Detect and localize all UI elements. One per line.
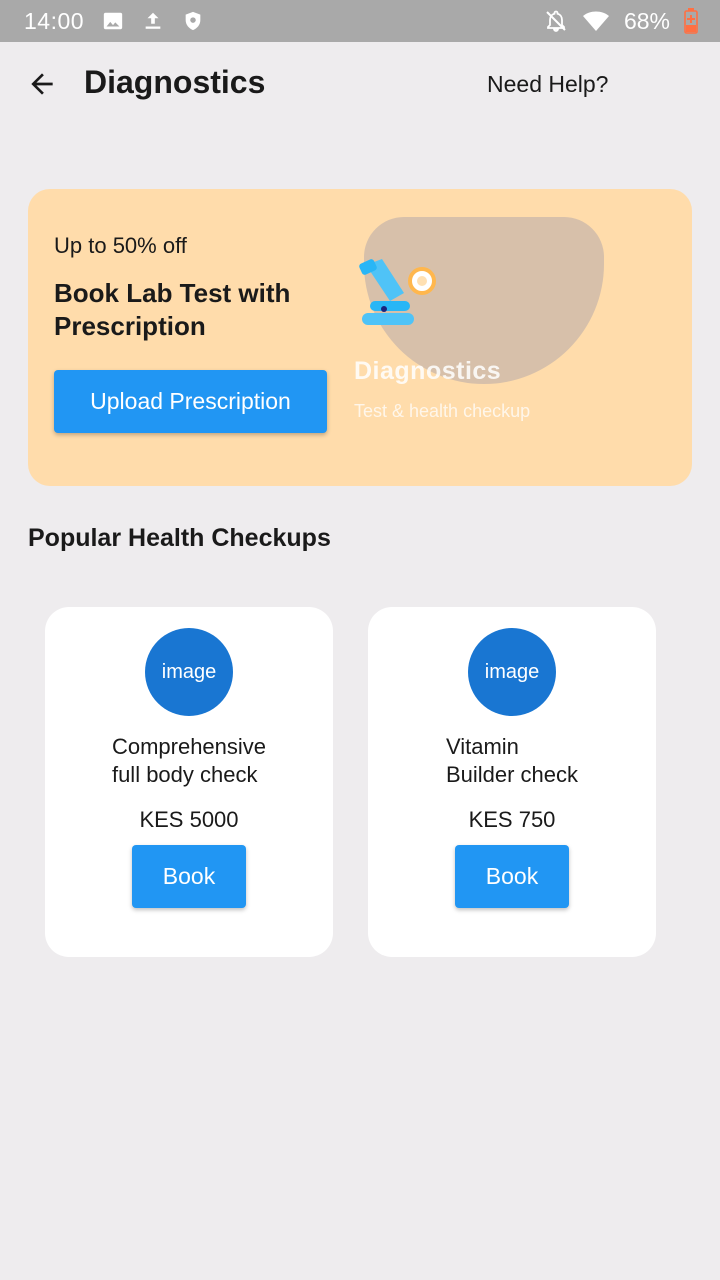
image-icon [102, 10, 124, 32]
microscope-icon [359, 259, 436, 325]
upload-icon [142, 9, 164, 33]
app-bar: Diagnostics Need Help? [0, 42, 720, 128]
book-button[interactable]: Book [455, 845, 569, 908]
promo-discount: Up to 50% off [54, 233, 187, 258]
promo-heading: Book Lab Test with Prescription [54, 278, 291, 341]
page-title: Diagnostics [84, 64, 266, 100]
checkup-image-placeholder: image [145, 628, 233, 716]
promo-banner: Up to 50% off Book Lab Test with Prescri… [28, 189, 692, 486]
illustration-brand: Diagnostics [354, 357, 502, 385]
checkup-image-placeholder: image [468, 628, 556, 716]
section-title: Popular Health Checkups [28, 524, 331, 552]
promo-illustration: Diagnostics Test & health checkup [354, 215, 614, 435]
upload-prescription-button[interactable]: Upload Prescription [54, 370, 327, 433]
checkup-card: image Comprehensive full body check KES … [45, 607, 333, 957]
back-button[interactable] [24, 66, 60, 102]
illustration-tagline: Test & health checkup [354, 401, 531, 421]
status-time: 14:00 [24, 7, 85, 34]
book-button[interactable]: Book [132, 845, 246, 908]
checkup-name-text: Vitamin Builder check [445, 734, 579, 787]
status-bar-right: 68% [530, 8, 698, 35]
status-bar-left: 14:00 [24, 8, 222, 35]
checkup-card: image Vitamin Builder check KES 750 Book [368, 607, 656, 957]
checkup-price: KES 750 [468, 807, 556, 832]
shield-icon [182, 9, 204, 33]
checkup-name: Comprehensive full body check [45, 733, 333, 789]
notifications-off-icon [544, 9, 568, 33]
status-bar: 14:00 68% [0, 0, 720, 42]
checkup-name: Vitamin Builder check [368, 733, 656, 789]
battery-percentage: 68% [623, 7, 670, 34]
battery-charging-icon [684, 8, 698, 34]
checkup-price: KES 5000 [139, 807, 239, 832]
checkup-name-text: Comprehensive full body check [111, 734, 267, 787]
need-help-link[interactable]: Need Help? [487, 71, 608, 98]
wifi-icon [582, 10, 610, 32]
arrow-back-icon [31, 73, 53, 95]
